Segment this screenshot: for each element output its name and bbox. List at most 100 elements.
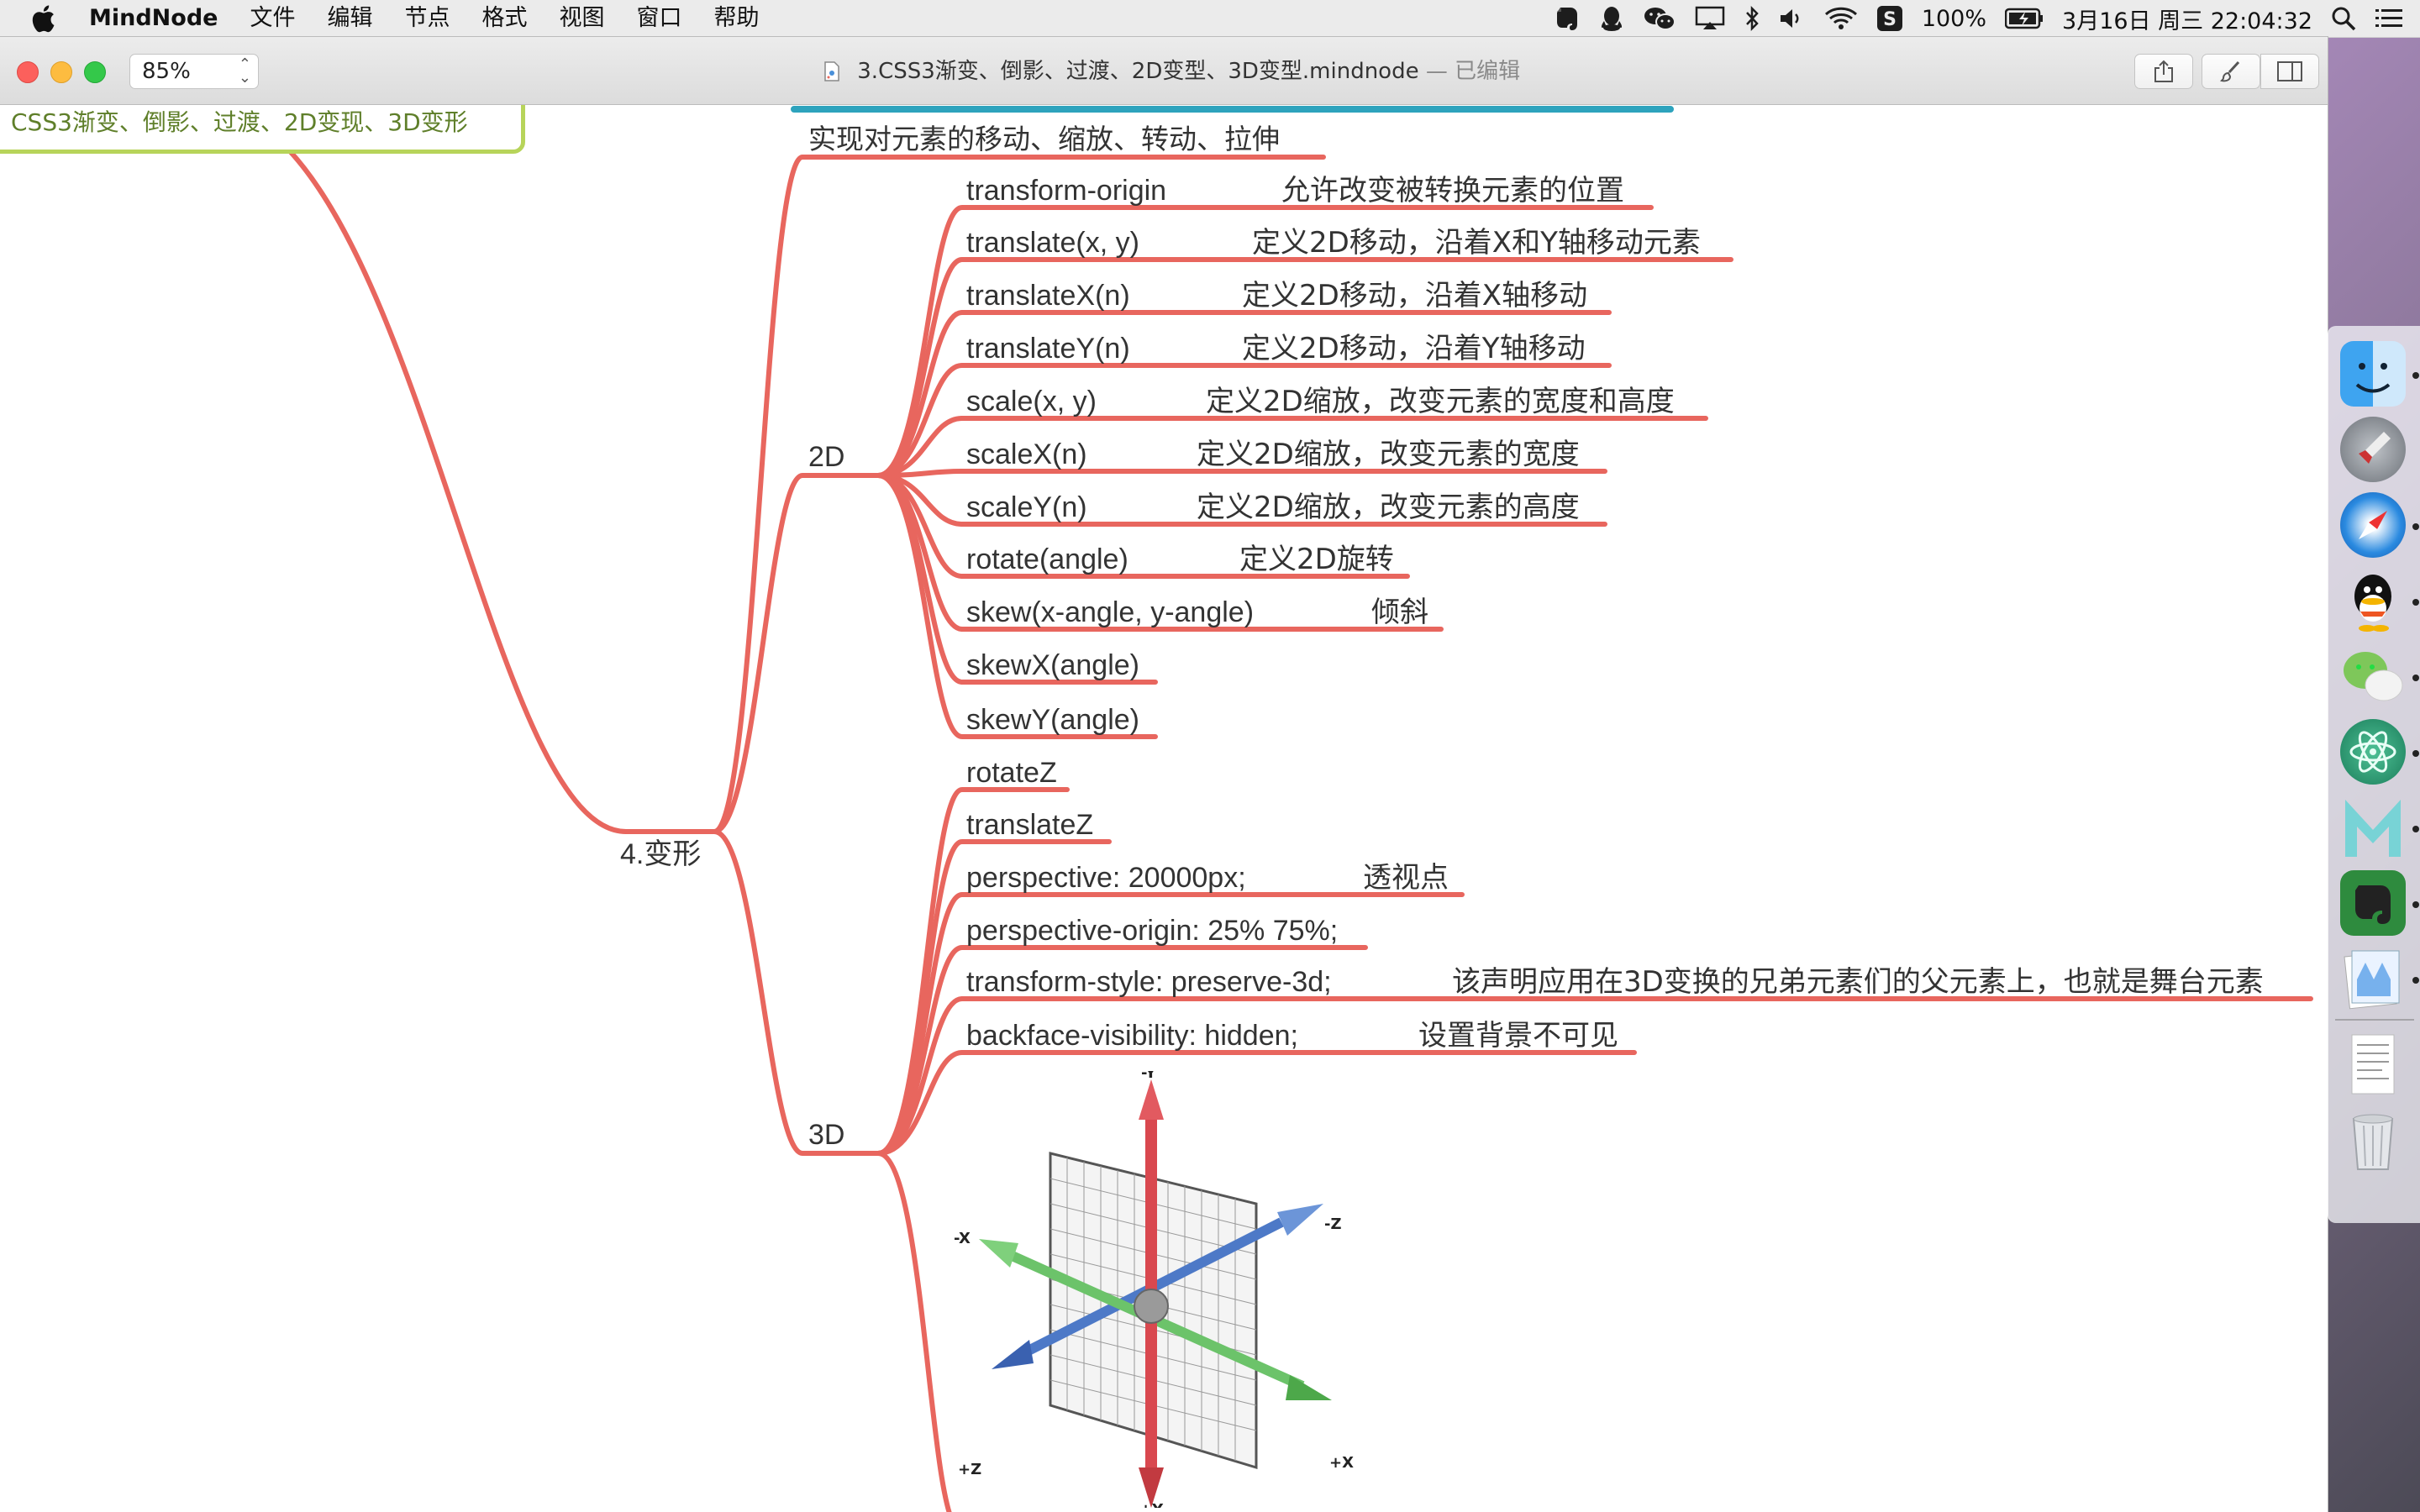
evernote-icon[interactable] — [2340, 870, 2406, 936]
z-arrow-pos — [992, 1340, 1034, 1369]
item2d-note[interactable]: 定义2D移动，沿着X和Y轴移动元素 — [1252, 226, 1701, 260]
title-bar: 85% ⌃ ⌄ 3.CSS3渐变、倒影、过渡、2D变型、3D变型.mindnode… — [0, 37, 2328, 105]
battery-percent: 100% — [1921, 5, 1987, 32]
item2d-term[interactable]: scaleX(n) — [966, 438, 1087, 471]
intro-node[interactable]: 实现对元素的移动、缩放、转动、拉伸 — [808, 123, 1280, 156]
item3d-term[interactable]: rotateZ — [966, 756, 1057, 790]
wechat-icon[interactable] — [1643, 4, 1676, 33]
item2d-term[interactable]: skew(x-angle, y-angle) — [966, 596, 1254, 629]
item2d-note[interactable]: 定义2D移动，沿着Y轴移动 — [1242, 332, 1586, 365]
node-3d[interactable]: 3D — [808, 1118, 844, 1152]
item2d-term[interactable]: skewX(angle) — [966, 648, 1139, 682]
root-node[interactable]: CSS3渐变、倒影、过渡、2D变现、3D变形 — [0, 105, 525, 154]
mindnode-m-icon[interactable] — [2340, 795, 2406, 860]
wifi-icon[interactable] — [1824, 6, 1858, 31]
svg-text:S: S — [1883, 9, 1897, 30]
item2d-note[interactable]: 倾斜 — [1371, 596, 1428, 629]
item3d-term[interactable]: perspective: 20000px; — [966, 861, 1246, 895]
item2d-term[interactable]: scale(x, y) — [966, 385, 1097, 418]
menu-view[interactable]: 视图 — [559, 0, 604, 37]
x-arrow-pos — [1286, 1375, 1332, 1400]
atom-icon[interactable] — [2340, 719, 2406, 785]
brush-icon — [2220, 60, 2240, 82]
running-indicator — [2412, 599, 2419, 606]
share-button[interactable] — [2134, 54, 2193, 89]
menu-format[interactable]: 格式 — [481, 0, 527, 37]
style-button[interactable] — [2202, 54, 2260, 89]
airplay-icon[interactable] — [1695, 6, 1725, 31]
item3d-term[interactable]: perspective-origin: 25% 75%; — [966, 914, 1338, 948]
menu-file[interactable]: 文件 — [250, 0, 295, 37]
safari-icon[interactable] — [2340, 492, 2406, 558]
battery-icon[interactable] — [2005, 8, 2044, 29]
search-icon[interactable] — [2331, 6, 2356, 31]
apple-icon[interactable] — [30, 4, 64, 33]
qq-icon[interactable] — [1599, 4, 1624, 33]
running-indicator — [2412, 977, 2419, 984]
clock[interactable]: 3月16日 周三 22:04:32 — [2062, 3, 2312, 35]
fullscreen-button[interactable] — [84, 61, 106, 83]
node-2d[interactable]: 2D — [808, 440, 844, 474]
root-node-label: CSS3渐变、倒影、过渡、2D变现、3D变形 — [11, 108, 468, 136]
mindmap-canvas[interactable]: CSS3渐变、倒影、过渡、2D变现、3D变形 4.变形 实现对元素的移动、缩放、… — [0, 105, 2328, 1512]
preview-icon[interactable] — [2340, 946, 2406, 1011]
item2d-note[interactable]: 定义2D旋转 — [1239, 543, 1394, 576]
item2d-term[interactable]: scaleY(n) — [966, 491, 1087, 524]
z-arrow-neg — [1277, 1204, 1323, 1236]
zoom-select[interactable]: 85% ⌃ ⌄ — [129, 54, 259, 89]
item2d-note[interactable]: 定义2D缩放，改变元素的高度 — [1197, 491, 1580, 524]
item2d-term[interactable]: translateX(n) — [966, 279, 1130, 312]
item2d-term[interactable]: transform-origin — [966, 174, 1166, 207]
item2d-note[interactable]: 定义2D缩放，改变元素的宽度和高度 — [1206, 385, 1675, 418]
evernote-icon[interactable] — [1554, 4, 1581, 33]
finder-icon[interactable] — [2340, 341, 2406, 407]
document-icon[interactable] — [2340, 1032, 2406, 1097]
menu-window[interactable]: 窗口 — [636, 0, 681, 37]
y-arrow-neg — [1139, 1079, 1164, 1120]
label-pos-x: +X — [1329, 1454, 1354, 1472]
menu-node[interactable]: 节点 — [404, 0, 450, 37]
label-neg-y: -Y — [1141, 1071, 1157, 1082]
item3d-term[interactable]: backface-visibility: hidden; — [966, 1019, 1298, 1053]
branch-transform[interactable]: 4.变形 — [620, 837, 701, 871]
sidebar-button[interactable] — [2260, 54, 2319, 89]
3d-axes-image[interactable]: -Y +Y -X +X -Z +Z — [950, 1071, 1370, 1508]
item3d-note[interactable]: 透视点 — [1363, 861, 1449, 895]
trash-icon[interactable] — [2340, 1107, 2406, 1173]
item3d-term[interactable]: transform-style: preserve-3d; — [966, 965, 1332, 999]
item3d-note[interactable]: 该声明应用在3D变换的兄弟元素们的父元素上，也就是舞台元素 — [1452, 965, 2264, 999]
item2d-term[interactable]: skewY(angle) — [966, 703, 1139, 737]
label-neg-z: -Z — [1324, 1215, 1342, 1233]
volume-icon[interactable] — [1779, 7, 1806, 30]
item2d-note[interactable]: 定义2D移动，沿着X轴移动 — [1242, 279, 1587, 312]
item2d-term[interactable]: translate(x, y) — [966, 226, 1139, 260]
qq-icon[interactable] — [2340, 568, 2406, 633]
origin-sphere — [1134, 1289, 1169, 1324]
item2d-note[interactable]: 允许改变被转换元素的位置 — [1281, 174, 1624, 207]
bluetooth-icon[interactable] — [1744, 5, 1760, 32]
running-indicator — [2412, 826, 2419, 832]
item3d-note[interactable]: 设置背景不可见 — [1418, 1019, 1618, 1053]
minimize-button[interactable] — [50, 61, 72, 83]
document-icon — [823, 40, 840, 81]
menu-edit[interactable]: 编辑 — [327, 0, 372, 37]
mindnode-window: 85% ⌃ ⌄ 3.CSS3渐变、倒影、过渡、2D变型、3D变型.mindnode… — [0, 37, 2328, 1512]
item3d-term[interactable]: translateZ — [966, 808, 1093, 842]
launchpad-icon[interactable] — [2340, 417, 2406, 482]
running-indicator — [2412, 372, 2419, 379]
label-neg-x: -X — [954, 1230, 971, 1247]
app-name-menu[interactable]: MindNode — [89, 0, 218, 37]
dock-separator — [2335, 1019, 2414, 1021]
wechat-icon[interactable] — [2340, 643, 2406, 709]
chevron-updown-icon: ⌃ ⌄ — [238, 55, 251, 87]
menu-help[interactable]: 帮助 — [713, 0, 759, 37]
item2d-term[interactable]: translateY(n) — [966, 332, 1130, 365]
running-indicator — [2412, 750, 2419, 757]
s-icon[interactable]: S — [1876, 5, 1903, 32]
list-icon[interactable] — [2375, 7, 2403, 30]
document-title: 3.CSS3渐变、倒影、过渡、2D变型、3D变型.mindnode — 已编辑 — [823, 37, 1520, 104]
item2d-term[interactable]: rotate(angle) — [966, 543, 1128, 576]
close-button[interactable] — [17, 61, 39, 83]
zoom-value: 85% — [142, 59, 191, 84]
item2d-note[interactable]: 定义2D缩放，改变元素的宽度 — [1197, 438, 1580, 471]
